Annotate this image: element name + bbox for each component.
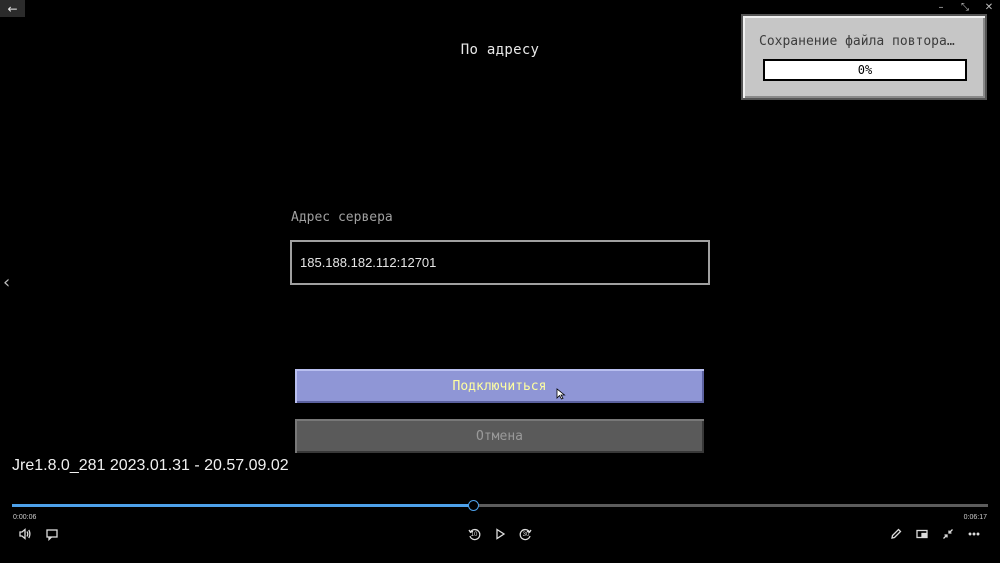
miniview-button[interactable] xyxy=(913,526,931,542)
toast-title: Сохранение файла повтора… xyxy=(759,34,955,49)
seek-bar-thumb[interactable] xyxy=(467,500,479,511)
time-current: 0:00:06 xyxy=(13,514,37,521)
subtitles-icon xyxy=(46,529,58,541)
restore-icon[interactable]: ⤡ xyxy=(960,2,970,13)
connect-button-label: Подключиться xyxy=(452,378,547,394)
seek-bar-fill xyxy=(12,504,473,507)
save-replay-toast: Сохранение файла повтора… 0% xyxy=(741,14,987,100)
mouse-cursor-icon xyxy=(556,388,566,400)
previous-chevron-icon[interactable]: ‹ xyxy=(3,272,10,293)
back-button[interactable]: ← xyxy=(0,0,25,17)
edit-button[interactable] xyxy=(887,526,905,542)
close-icon[interactable]: ✕ xyxy=(984,2,994,13)
volume-button[interactable] xyxy=(16,526,34,542)
time-total: 0:06:17 xyxy=(963,514,987,521)
miniview-icon xyxy=(916,529,928,539)
exit-fullscreen-icon xyxy=(943,529,953,539)
toast-progress-text: 0% xyxy=(857,63,873,77)
minimize-icon[interactable]: – xyxy=(936,2,946,13)
toast-progress-bar: 0% xyxy=(763,59,967,81)
play-button[interactable] xyxy=(491,526,509,542)
back-arrow-icon: ← xyxy=(7,1,18,16)
skip-forward-label: 30 xyxy=(522,532,530,538)
window-controls: – ⤡ ✕ xyxy=(936,2,994,13)
skip-back-label: 10 xyxy=(470,532,478,538)
pen-icon xyxy=(891,528,902,539)
volume-icon xyxy=(19,528,31,540)
subtitles-button[interactable] xyxy=(43,526,61,542)
exit-fullscreen-button[interactable] xyxy=(939,526,957,542)
server-address-label: Адрес сервера xyxy=(291,210,393,225)
skip-back-button[interactable]: 10 xyxy=(465,526,483,542)
cancel-button-label: Отмена xyxy=(476,428,523,444)
cancel-button[interactable]: Отмена xyxy=(293,417,706,455)
player-window: ← – ⤡ ✕ По адресу Сохранение файла повто… xyxy=(0,0,1000,563)
video-title: Jre1.8.0_281 2023.01.31 - 20.57.09.02 xyxy=(12,457,289,474)
more-icon xyxy=(968,532,980,536)
server-address-input[interactable] xyxy=(290,240,710,285)
connect-button[interactable]: Подключиться xyxy=(293,367,706,405)
skip-forward-button[interactable]: 30 xyxy=(517,526,535,542)
more-button[interactable] xyxy=(965,526,983,542)
play-icon xyxy=(496,528,506,540)
seek-bar[interactable] xyxy=(12,500,988,511)
